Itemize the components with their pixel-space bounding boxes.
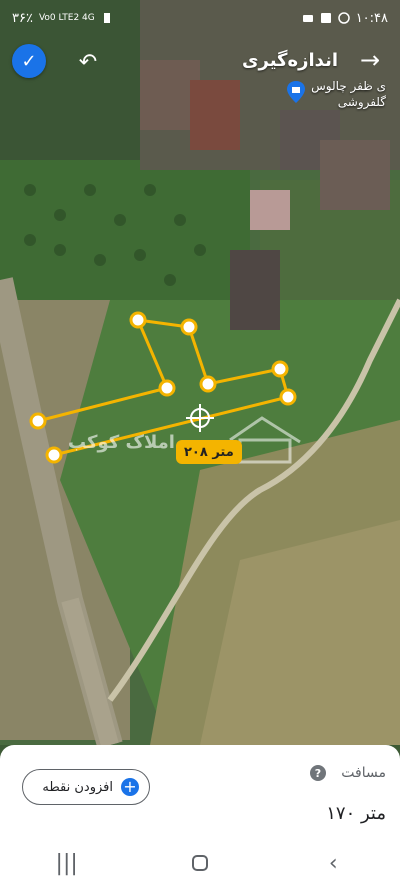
add-point-button[interactable]: افزودن نقطه + (22, 769, 150, 805)
status-left: ۳۶٪ Vo0 LTE2 4G (12, 11, 113, 26)
gallery-icon (320, 13, 331, 23)
measure-point (29, 412, 47, 430)
measure-point (180, 318, 198, 336)
watermark-text: املاک کوکب (68, 432, 175, 453)
distance-value: ۱۷۰ متر (326, 803, 386, 824)
clock: ۱۰:۴۸ (355, 10, 388, 26)
measure-point (279, 388, 297, 406)
back-icon: ‹ (328, 850, 338, 876)
measure-point (199, 375, 217, 393)
done-button[interactable]: ✓ (12, 44, 46, 78)
forward-button[interactable]: → (356, 46, 384, 74)
help-icon[interactable]: ? (310, 765, 326, 781)
status-bar: ۳۶٪ Vo0 LTE2 4G ۱۰:۴۸ (0, 0, 400, 36)
recents-icon: ||| (55, 850, 78, 876)
measure-point (45, 446, 63, 464)
arrow-right-icon: → (359, 46, 381, 74)
measure-point (271, 360, 289, 378)
segment-distance-tag: ۲۰۸ متر (176, 440, 242, 464)
add-point-label: افزودن نقطه (42, 779, 113, 795)
home-button[interactable] (176, 843, 224, 883)
battery-icon (103, 13, 110, 23)
network-text: Vo0 LTE2 4G (38, 13, 95, 23)
system-nav-bar: ||| ‹ (0, 837, 400, 889)
place-category: گلفروشی (337, 95, 386, 109)
map-imagery (0, 0, 400, 745)
distance-label: مسافت (341, 765, 386, 781)
back-button[interactable]: ‹ (309, 843, 357, 883)
camera-icon (302, 15, 313, 22)
check-icon: ✓ (21, 50, 37, 72)
plus-icon: + (121, 778, 139, 796)
whatsapp-icon (337, 12, 350, 24)
undo-button[interactable]: ↶ (74, 48, 102, 76)
page-title: اندازه‌گیری (242, 50, 338, 71)
undo-icon: ↶ (78, 49, 98, 75)
shop-pin-icon[interactable] (286, 80, 306, 104)
measure-point (129, 311, 147, 329)
satellite-map[interactable] (0, 0, 400, 745)
home-icon (191, 855, 208, 871)
place-name: ی ظفر چالوس (311, 79, 386, 93)
battery-text: ۳۶٪ (12, 10, 33, 26)
recents-button[interactable]: ||| (43, 843, 91, 883)
measure-point (158, 379, 176, 397)
place-label[interactable]: ی ظفر چالوس گلفروشی (311, 78, 386, 110)
status-right: ۱۰:۴۸ (302, 11, 388, 26)
